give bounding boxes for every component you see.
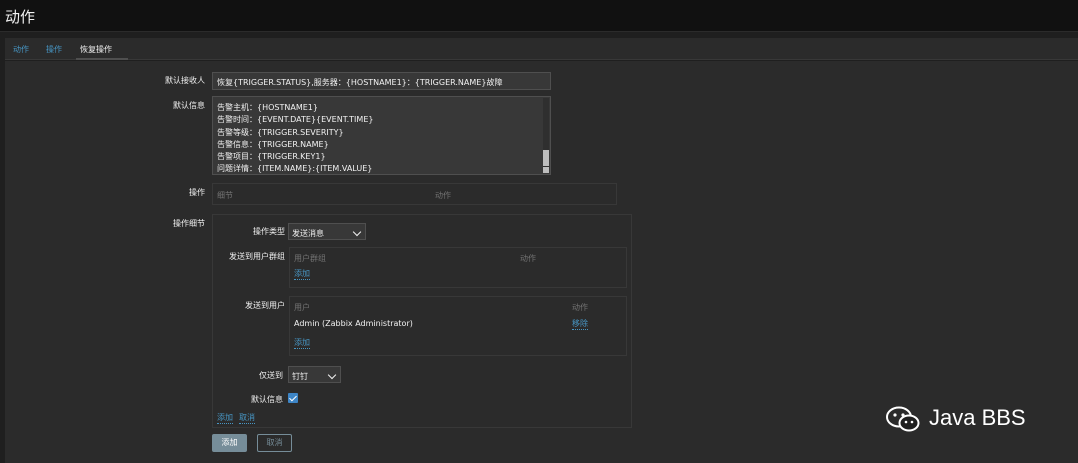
- groups-col-group: 用户群组: [294, 254, 326, 263]
- resize-handle[interactable]: [543, 167, 549, 173]
- users-col-action: 动作: [572, 303, 588, 312]
- default-message-text: 告警主机：{HOSTNAME1} 告警时间：{EVENT.DATE}{EVENT.…: [217, 102, 373, 176]
- default-message-checkbox[interactable]: [288, 393, 298, 403]
- message-line: 告警信息：{TRIGGER.NAME}: [217, 139, 329, 149]
- users-table: 用户 动作 Admin (Zabbix Administrator) 移除 添加: [289, 296, 627, 356]
- cancel-button[interactable]: 取消: [257, 434, 292, 452]
- operation-type-value: 发送消息: [292, 229, 324, 238]
- tab-bar: 动作 操作 恢复操作: [5, 38, 1078, 60]
- message-line: 告警主机：{HOSTNAME1}: [217, 103, 318, 112]
- inline-add-link[interactable]: 添加: [217, 413, 233, 424]
- scrollbar-thumb[interactable]: [543, 150, 549, 166]
- form-panel: 默认接收人 恢复{TRIGGER.STATUS},服务器：{HOSTNAME1}…: [5, 61, 1078, 463]
- operations-label: 操作: [189, 188, 205, 197]
- default-recipient-input[interactable]: 恢复{TRIGGER.STATUS},服务器：{HOSTNAME1}：{TRIG…: [212, 72, 551, 90]
- user-row-name: Admin (Zabbix Administrator): [294, 319, 413, 328]
- watermark-text: Java BBS: [929, 405, 1026, 430]
- operations-col-details: 细节: [217, 191, 233, 200]
- send-only-label: 仅送到: [259, 371, 283, 380]
- add-user-link[interactable]: 添加: [294, 338, 310, 349]
- default-message-check-label: 默认信息: [251, 395, 283, 404]
- default-recipient-value: 恢复{TRIGGER.STATUS},服务器：{HOSTNAME1}：{TRIG…: [217, 78, 503, 87]
- remove-user-link[interactable]: 移除: [572, 319, 588, 330]
- operations-col-action: 动作: [435, 191, 451, 200]
- users-col-user: 用户: [294, 303, 310, 312]
- message-line: 告警等级：{TRIGGER.SEVERITY}: [217, 127, 344, 137]
- send-only-value: 钉钉: [292, 372, 308, 381]
- page-header: 动作: [0, 0, 1078, 32]
- tab-action[interactable]: 动作: [13, 44, 29, 55]
- groups-col-action: 动作: [520, 254, 536, 263]
- tab-recovery-operations[interactable]: 恢复操作: [80, 44, 112, 55]
- chevron-down-icon: [327, 370, 337, 380]
- active-tab-indicator: [76, 58, 128, 60]
- textarea-scrollbar[interactable]: [543, 98, 549, 171]
- chevron-down-icon: [352, 227, 362, 237]
- user-groups-table: 用户群组 动作 添加: [289, 247, 627, 288]
- send-only-select[interactable]: 钉钉: [288, 366, 341, 383]
- operation-type-select[interactable]: 发送消息: [288, 223, 366, 240]
- send-to-users-label: 发送到用户: [245, 301, 285, 310]
- operation-details-box: 操作类型 发送消息 发送到用户群组 用户群组 动作 添加 发送到用户 用户 动作…: [212, 214, 632, 428]
- watermark: Java BBS: [886, 404, 1056, 434]
- message-line: 告警项目：{TRIGGER.KEY1}: [217, 152, 326, 162]
- message-line: 问题详情：{ITEM.NAME}:{ITEM.VALUE}: [217, 164, 373, 174]
- inline-cancel-link[interactable]: 取消: [239, 413, 255, 424]
- default-message-label: 默认信息: [173, 101, 205, 110]
- tab-operations[interactable]: 操作: [46, 44, 62, 55]
- wechat-icon: [886, 406, 920, 432]
- message-line: 告警时间：{EVENT.DATE}{EVENT.TIME}: [217, 115, 374, 125]
- operations-table: 细节 动作: [212, 183, 617, 205]
- operation-details-label: 操作细节: [173, 219, 205, 228]
- default-recipient-label: 默认接收人: [165, 76, 205, 85]
- send-to-groups-label: 发送到用户群组: [229, 252, 285, 261]
- operation-type-label: 操作类型: [253, 227, 285, 236]
- default-message-textarea[interactable]: 告警主机：{HOSTNAME1} 告警时间：{EVENT.DATE}{EVENT.…: [212, 96, 551, 175]
- add-button[interactable]: 添加: [212, 434, 247, 452]
- page-title: 动作: [5, 8, 36, 26]
- add-group-link[interactable]: 添加: [294, 269, 310, 280]
